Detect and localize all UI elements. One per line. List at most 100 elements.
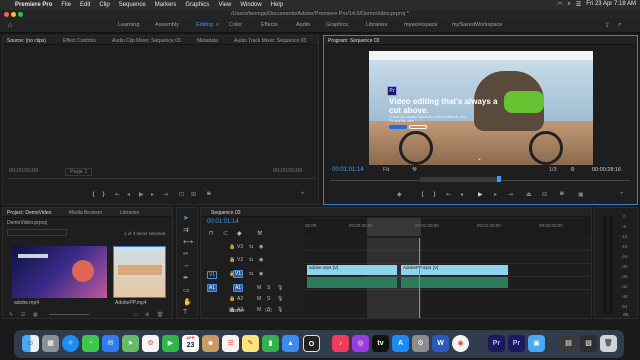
dock-premiere-pro-icon[interactable]: Pr (488, 335, 505, 352)
workspace-color[interactable]: Color (229, 22, 242, 28)
program-timecode[interactable]: 00:01:01:14 (332, 167, 364, 173)
wrench-icon[interactable]: ⚒ (412, 167, 417, 173)
tab-effect-controls[interactable]: Effect Controls (63, 38, 96, 44)
timeline-clip-video[interactable]: AdobePP.mp4 [V] (401, 265, 508, 275)
tab-project[interactable]: Project: DemoVideo (7, 210, 51, 216)
dock-screenshot-icon[interactable]: ▧ (580, 335, 597, 352)
project-thumb-adobepp[interactable] (113, 246, 166, 298)
menu-window[interactable]: Window (240, 2, 261, 8)
eye-icon[interactable]: ◉ (259, 271, 263, 277)
track-select-tool-icon[interactable]: ⇉ (183, 226, 189, 234)
in-out-range[interactable] (367, 218, 421, 236)
dock-premiere-pro-icon[interactable]: Pr (508, 335, 525, 352)
add-button-icon[interactable]: + (620, 191, 624, 197)
sync-lock-icon[interactable]: ⇆ (249, 244, 253, 250)
menubar-clock[interactable]: Fri 23 Apr 7:18 AM (586, 1, 636, 8)
go-to-out-icon[interactable]: ⇥ (508, 191, 513, 198)
workspace-graphics[interactable]: Graphics (326, 22, 348, 28)
track-label-a1[interactable]: A1 (233, 284, 243, 292)
type-tool-icon[interactable]: T (183, 309, 187, 316)
step-forward-icon[interactable]: ▸ (151, 191, 154, 198)
lock-icon[interactable]: 🔒 (229, 296, 235, 302)
step-forward-icon[interactable]: ▸ (494, 191, 497, 198)
workspace-menu-icon[interactable]: ≡ (216, 22, 219, 28)
dock-terminal-icon[interactable]: O (303, 335, 320, 352)
dock-keynote-icon[interactable]: ▲ (282, 335, 299, 352)
solo-button[interactable]: S (267, 285, 270, 291)
step-back-icon[interactable]: ◂ (127, 191, 130, 198)
menu-file[interactable]: File (61, 2, 71, 8)
mark-in-icon[interactable]: ❴ (420, 191, 425, 198)
workspace-editing[interactable]: Editing (196, 22, 213, 28)
source-patch-a1[interactable]: A1 (207, 284, 217, 292)
menu-graphics[interactable]: Graphics (185, 2, 209, 8)
new-bin-icon[interactable]: ▭ (133, 312, 138, 318)
dock-reminders-icon[interactable]: ☰ (222, 335, 239, 352)
export-frame-icon[interactable]: ◙ (207, 191, 211, 197)
overwrite-icon[interactable]: ⊞ (191, 191, 196, 198)
workspace-myworkspace[interactable]: myworkspace (404, 22, 438, 28)
search-icon[interactable]: ⌕ (568, 1, 571, 8)
dock-numbers-icon[interactable]: ▮ (262, 335, 279, 352)
eye-icon[interactable]: ◉ (259, 244, 263, 250)
go-to-in-icon[interactable]: ⇤ (115, 191, 120, 198)
extract-icon[interactable]: ⊟ (542, 191, 547, 198)
project-search-input[interactable] (7, 229, 67, 236)
tab-source[interactable]: Source: (no clips) (7, 38, 46, 44)
tab-media-browser[interactable]: Media Browser (69, 210, 102, 216)
add-marker-icon[interactable]: ◆ (237, 230, 242, 237)
dock-maps-icon[interactable]: ➤ (122, 335, 139, 352)
menu-clip[interactable]: Clip (99, 2, 109, 8)
menu-markers[interactable]: Markers (155, 2, 177, 8)
track-label-a2[interactable]: A2 (237, 296, 243, 302)
workspace-audio[interactable]: Audio (296, 22, 310, 28)
source-patch-v1[interactable]: V1 (207, 271, 217, 279)
dock-word-icon[interactable]: W (432, 335, 449, 352)
mark-out-icon[interactable]: ❵ (432, 191, 437, 198)
dock-calendar-icon[interactable]: APR 23 (182, 335, 199, 352)
tab-audio-clip-mixer[interactable]: Audio Clip Mixer: Sequence 03 (112, 38, 181, 44)
menu-app-name[interactable]: Premiere Pro (15, 2, 52, 8)
project-item-label[interactable]: adobe.mp4 (14, 300, 39, 306)
list-view-icon[interactable]: ☰ (21, 312, 25, 318)
tab-audio-track-mixer[interactable]: Audio Track Mixer: Sequence 03 (234, 38, 306, 44)
sync-lock-icon[interactable]: ⇆ (249, 271, 253, 277)
dock-contacts-icon[interactable]: ☻ (202, 335, 219, 352)
add-button-icon[interactable]: + (301, 191, 305, 197)
microphone-icon[interactable]: 🎙 (277, 285, 283, 291)
selection-tool-icon[interactable]: ➤ (183, 214, 189, 222)
dock-preview-icon[interactable]: ▣ (528, 335, 545, 352)
mute-button[interactable]: M (257, 296, 261, 302)
snap-icon[interactable]: ⊓ (209, 230, 214, 237)
eye-icon[interactable]: ◉ (259, 257, 263, 263)
timeline-clip-audio[interactable] (401, 277, 508, 288)
dock-messages-icon[interactable]: ◔ (82, 335, 99, 352)
menu-edit[interactable]: Edit (80, 2, 90, 8)
program-playhead[interactable] (497, 176, 501, 182)
track-label-v1[interactable]: V1 (233, 270, 243, 278)
step-back-icon[interactable]: ◂ (460, 191, 463, 198)
dock-podcasts-icon[interactable]: ◎ (352, 335, 369, 352)
timeline-ruler[interactable]: 00:00 00:00:30:00 00:01:00:00 00:01:30:0… (305, 218, 590, 236)
dock-notes-icon[interactable]: ✎ (242, 335, 259, 352)
ripple-edit-tool-icon[interactable]: ⟷ (183, 238, 193, 246)
mark-in-icon[interactable]: ❴ (91, 191, 96, 198)
play-icon[interactable]: ▶ (139, 191, 144, 198)
program-zoom-bar[interactable] (420, 177, 500, 182)
wifi-icon[interactable]: ◠ (557, 1, 562, 8)
new-item-icon[interactable]: ⊕ (145, 312, 149, 318)
timeline-playhead[interactable] (419, 238, 420, 318)
hand-tool-icon[interactable]: ✋ (183, 298, 192, 306)
insert-icon[interactable]: ⊡ (179, 191, 184, 198)
go-to-out-icon[interactable]: ⇥ (163, 191, 168, 198)
export-frame-icon[interactable]: ◙ (560, 191, 564, 197)
program-resolution-select[interactable]: 1/3 (549, 167, 557, 173)
dock-app-store-icon[interactable]: A (392, 335, 409, 352)
dock-tv-icon[interactable]: tv (372, 335, 389, 352)
dock-trash-icon[interactable]: 🗑 (600, 335, 617, 352)
dock-music-icon[interactable]: ♪ (332, 335, 349, 352)
menu-sequence[interactable]: Sequence (119, 2, 146, 8)
menu-help[interactable]: Help (271, 2, 283, 8)
solo-button[interactable]: S (267, 296, 270, 302)
dock-chrome-icon[interactable]: ◉ (452, 335, 469, 352)
